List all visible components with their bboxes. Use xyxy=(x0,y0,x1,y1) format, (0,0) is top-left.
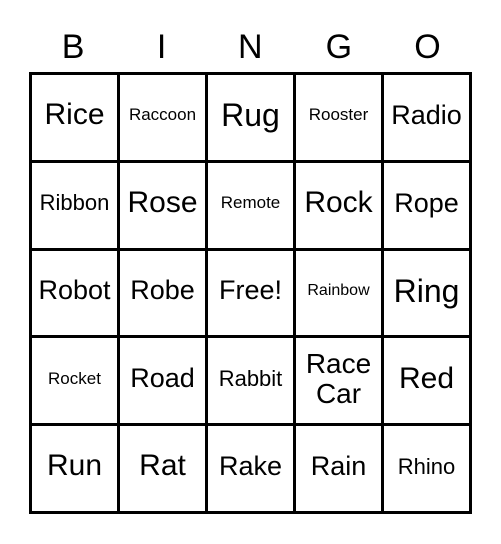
bingo-cell-n4[interactable]: Rabbit xyxy=(205,338,293,424)
bingo-cell-label: Rake xyxy=(218,451,283,481)
bingo-cell-label: Ring xyxy=(393,272,460,309)
bingo-header-row: B I N G O xyxy=(29,22,472,72)
bingo-cell-g1[interactable]: Rooster xyxy=(293,75,381,160)
bingo-cell-i2[interactable]: Rose xyxy=(117,162,205,248)
bingo-cell-i1[interactable]: Raccoon xyxy=(117,75,205,160)
bingo-cell-label: Rat xyxy=(139,449,186,483)
bingo-header-letter-g: G xyxy=(325,28,353,66)
bingo-cell-label: Raccoon xyxy=(128,105,197,125)
bingo-cell-label: Remote xyxy=(220,193,281,213)
bingo-cell-o1[interactable]: Radio xyxy=(381,75,469,160)
bingo-card: B I N G O Rice Raccoon Rug Rooster Radio… xyxy=(29,22,472,514)
bingo-cell-label: Rabbit xyxy=(218,365,283,391)
bingo-cell-label: Race Car xyxy=(305,347,372,409)
bingo-header-letter-o: O xyxy=(414,28,442,66)
bingo-cell-i5[interactable]: Rat xyxy=(117,426,205,511)
bingo-cell-b4[interactable]: Rocket xyxy=(32,338,117,424)
bingo-cell-label: Rocket xyxy=(48,368,101,388)
bingo-row: Ribbon Rose Remote Rock Rope xyxy=(32,159,469,248)
bingo-header-letter-n: N xyxy=(237,28,264,66)
bingo-cell-label: Rose xyxy=(127,186,198,219)
bingo-cell-b5[interactable]: Run xyxy=(32,426,117,511)
bingo-cell-g3[interactable]: Rainbow xyxy=(293,250,381,336)
bingo-cell-label: Ribbon xyxy=(39,190,110,216)
bingo-cell-label: Rock xyxy=(304,186,373,219)
bingo-cell-o2[interactable]: Rope xyxy=(381,162,469,248)
bingo-cell-i3[interactable]: Robe xyxy=(117,250,205,336)
bingo-row: Rocket Road Rabbit Race Car Red xyxy=(32,335,469,424)
bingo-cell-label: Rice xyxy=(44,98,105,132)
bingo-cell-b1[interactable]: Rice xyxy=(32,75,117,160)
bingo-cell-n2[interactable]: Remote xyxy=(205,162,293,248)
bingo-cell-g5[interactable]: Rain xyxy=(293,426,381,511)
bingo-cell-free-space[interactable]: Free! xyxy=(205,250,293,336)
bingo-grid: Rice Raccoon Rug Rooster Radio Ribbon Ro… xyxy=(29,72,472,514)
bingo-row: Run Rat Rake Rain Rhino xyxy=(32,423,469,511)
bingo-cell-label: Robot xyxy=(38,275,111,306)
bingo-cell-b2[interactable]: Ribbon xyxy=(32,162,117,248)
bingo-cell-g4[interactable]: Race Car xyxy=(293,338,381,424)
bingo-cell-label: Rooster xyxy=(308,105,369,125)
bingo-cell-n5[interactable]: Rake xyxy=(205,426,293,511)
bingo-cell-n1[interactable]: Rug xyxy=(205,75,293,160)
bingo-cell-label: Rhino xyxy=(397,453,456,479)
bingo-cell-label: Red xyxy=(398,361,455,395)
bingo-cell-label: Rain xyxy=(310,451,367,481)
bingo-cell-label: Rainbow xyxy=(307,282,370,300)
bingo-cell-o3[interactable]: Ring xyxy=(381,250,469,336)
bingo-cell-b3[interactable]: Robot xyxy=(32,250,117,336)
bingo-free-space-label: Free! xyxy=(218,275,283,306)
bingo-cell-label: Road xyxy=(130,363,195,394)
bingo-cell-i4[interactable]: Road xyxy=(117,338,205,424)
bingo-cell-label: Run xyxy=(46,449,103,483)
bingo-header-letter-i: I xyxy=(156,28,167,66)
bingo-cell-g2[interactable]: Rock xyxy=(293,162,381,248)
bingo-row: Robot Robe Free! Rainbow Ring xyxy=(32,247,469,336)
bingo-cell-o4[interactable]: Red xyxy=(381,338,469,424)
bingo-cell-label: Robe xyxy=(130,275,195,306)
bingo-row: Rice Raccoon Rug Rooster Radio xyxy=(32,75,469,160)
bingo-cell-label: Rope xyxy=(394,187,459,218)
bingo-cell-label: Radio xyxy=(391,99,462,130)
bingo-header-letter-b: B xyxy=(61,28,85,66)
bingo-cell-o5[interactable]: Rhino xyxy=(381,426,469,511)
bingo-cell-label: Rug xyxy=(221,97,280,134)
